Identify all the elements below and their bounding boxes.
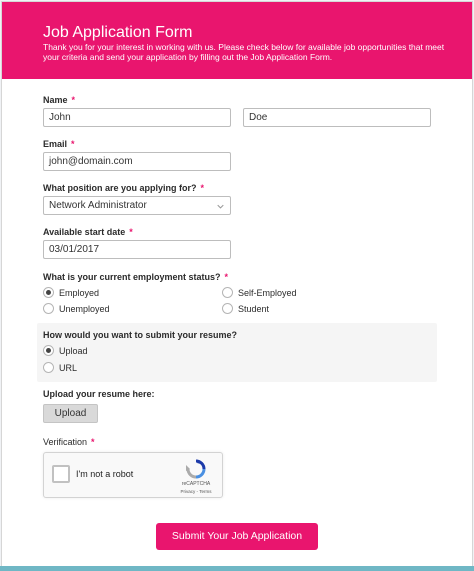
verification-label: Verification *	[43, 437, 95, 447]
verification-label-text: Verification	[43, 437, 88, 447]
email-label: Email *	[43, 139, 75, 149]
name-label-text: Name	[43, 95, 68, 105]
radio-label: Self-Employed	[238, 287, 297, 298]
start-date-label: Available start date *	[43, 227, 133, 237]
radio-label: Unemployed	[59, 303, 110, 314]
captcha-links[interactable]: Privacy - Terms	[172, 489, 220, 494]
position-label: What position are you applying for? *	[43, 183, 204, 193]
chevron-down-icon	[217, 204, 224, 209]
required-mark: *	[71, 139, 75, 149]
last-name-input[interactable]: Doe	[243, 108, 431, 127]
email-label-text: Email	[43, 139, 68, 149]
radio-label: Employed	[59, 287, 100, 298]
radio-label: Student	[238, 303, 270, 314]
upload-label: Upload your resume here:	[43, 389, 155, 399]
form-title: Job Application Form	[43, 24, 193, 41]
required-mark: *	[129, 227, 133, 237]
employment-label: What is your current employment status? *	[43, 272, 228, 282]
bottom-accent-bar	[0, 566, 474, 571]
position-label-text: What position are you applying for?	[43, 183, 197, 193]
radio-student[interactable]: Student	[222, 303, 269, 314]
resume-method-label: How would you want to submit your resume…	[43, 330, 238, 340]
recaptcha-widget: I'm not a robot reCAPTCHA Privacy - Term…	[43, 452, 223, 498]
radio-employed[interactable]: Employed	[43, 287, 99, 298]
email-input[interactable]: john@domain.com	[43, 152, 231, 171]
first-name-input[interactable]: John	[43, 108, 231, 127]
radio-url[interactable]: URL	[43, 362, 77, 373]
captcha-text: I'm not a robot	[76, 469, 134, 479]
radio-label: URL	[59, 362, 78, 373]
required-mark: *	[71, 95, 76, 105]
captcha-brand: reCAPTCHA	[181, 481, 211, 487]
radio-label: Upload	[59, 345, 88, 356]
position-selected-value: Network Administrator	[49, 200, 147, 211]
radio-button[interactable]	[43, 303, 54, 314]
radio-button[interactable]	[43, 287, 54, 298]
radio-button[interactable]	[43, 362, 54, 373]
required-mark: *	[91, 437, 95, 447]
required-mark: *	[200, 183, 205, 193]
radio-self-employed[interactable]: Self-Employed	[222, 287, 297, 298]
position-select[interactable]: Network Administrator	[43, 196, 231, 215]
start-date-input[interactable]: 03/01/2017	[43, 240, 231, 259]
radio-upload[interactable]: Upload	[43, 345, 88, 356]
submit-button[interactable]: Submit Your Job Application	[156, 523, 318, 550]
start-date-label-text: Available start date	[43, 227, 126, 237]
employment-label-text: What is your current employment status?	[43, 272, 221, 282]
radio-unemployed[interactable]: Unemployed	[43, 303, 110, 314]
upload-button[interactable]: Upload	[43, 404, 98, 423]
recaptcha-logo-icon	[186, 459, 206, 479]
name-label: Name *	[43, 95, 75, 105]
form-description: Thank you for your interest in working w…	[43, 42, 445, 62]
radio-button[interactable]	[222, 287, 233, 298]
required-mark: *	[224, 272, 229, 282]
form-header: Job Application Form Thank you for your …	[2, 2, 472, 79]
radio-button[interactable]	[43, 345, 54, 356]
radio-button[interactable]	[222, 303, 233, 314]
captcha-checkbox[interactable]	[52, 465, 70, 483]
